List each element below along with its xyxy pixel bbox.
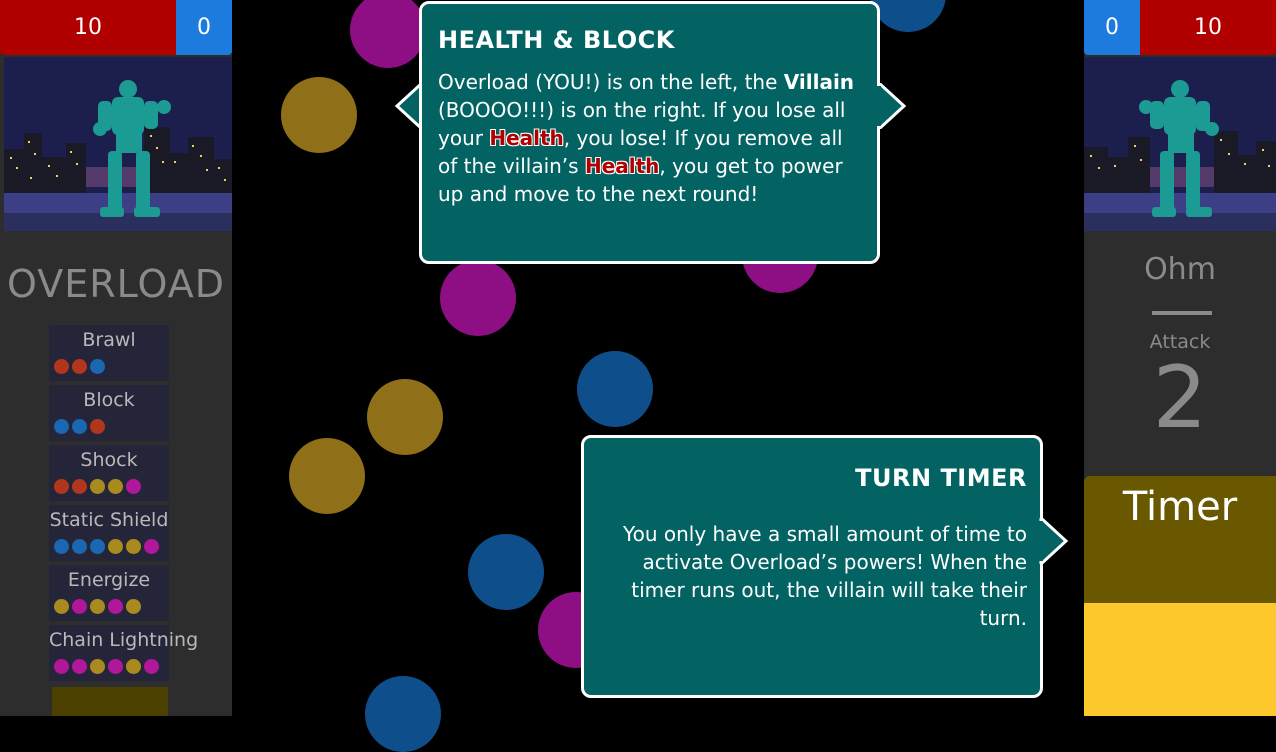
energy-cost-magenta	[108, 659, 123, 674]
ability-cost	[54, 599, 141, 614]
villain-attack-value: 2	[1152, 348, 1208, 448]
energy-cost-red	[54, 479, 69, 494]
ability-cost	[54, 479, 141, 494]
energy-cost-red	[72, 479, 87, 494]
ability-cost	[54, 659, 159, 674]
energy-cost-magenta	[144, 539, 159, 554]
energy-orb-magenta[interactable]	[440, 260, 516, 336]
player-block-value: 0	[197, 15, 211, 40]
ability-card[interactable]: Chain Lightning	[49, 625, 199, 681]
energy-cost-blue	[72, 539, 87, 554]
ability-slot-partial[interactable]	[52, 687, 168, 716]
energy-cost-gold	[126, 599, 141, 614]
tooltip-health-block-title: HEALTH & BLOCK	[438, 26, 675, 54]
energy-cost-magenta	[54, 659, 69, 674]
energy-cost-magenta	[126, 479, 141, 494]
ability-cost	[54, 539, 159, 554]
energy-cost-gold	[54, 599, 69, 614]
energy-cost-magenta	[144, 659, 159, 674]
player-block-bar: 0	[176, 0, 232, 55]
player-portrait	[4, 57, 232, 231]
turn-timer-fill	[1084, 603, 1276, 716]
energy-cost-gold	[126, 659, 141, 674]
villain-health-bar: 10	[1140, 0, 1276, 55]
ability-name: Shock	[80, 449, 138, 471]
ability-name: Energize	[67, 569, 151, 591]
ability-card[interactable]: Block	[49, 385, 169, 441]
ability-name: Brawl	[82, 329, 136, 351]
ability-card[interactable]: Brawl	[49, 325, 169, 381]
ability-card[interactable]: Static Shield	[49, 505, 169, 561]
energy-cost-gold	[90, 479, 105, 494]
ability-name: Static Shield	[49, 509, 169, 531]
tooltip-turn-timer-title: TURN TIMER	[855, 464, 1027, 492]
villain-portrait	[1084, 57, 1276, 231]
villain-health-value: 10	[1194, 15, 1222, 40]
ability-name: Chain Lightning	[49, 629, 199, 651]
tooltip-health-block-body: Overload (YOU!) is on the left, the Vill…	[438, 70, 855, 206]
energy-cost-gold	[126, 539, 141, 554]
energy-cost-blue	[72, 419, 87, 434]
energy-cost-red	[72, 359, 87, 374]
tooltip-turn-timer: TURN TIMER You only have a small amount …	[581, 435, 1043, 698]
energy-orb-blue[interactable]	[365, 676, 441, 752]
energy-orb-magenta[interactable]	[350, 0, 426, 68]
energy-orb-gold[interactable]	[367, 379, 443, 455]
energy-cost-blue	[90, 539, 105, 554]
villain-name: Ohm	[1144, 252, 1216, 287]
tooltip-pointer-right	[877, 83, 907, 129]
villain-panel: 0 10 Ohm Attack 2 Timer	[1084, 0, 1276, 716]
energy-cost-magenta	[108, 599, 123, 614]
ability-cost	[54, 419, 105, 434]
energy-cost-blue	[54, 539, 69, 554]
player-panel: 10 0 OVERLOAD Brawl Block Shock Static S…	[0, 0, 232, 716]
energy-orb-gold[interactable]	[289, 438, 365, 514]
ability-cost	[54, 359, 105, 374]
energy-cost-magenta	[72, 599, 87, 614]
energy-cost-gold	[90, 599, 105, 614]
villain-divider	[1152, 311, 1212, 315]
ability-card[interactable]: Energize	[49, 565, 169, 621]
energy-cost-red	[54, 359, 69, 374]
energy-cost-blue	[54, 419, 69, 434]
energy-cost-magenta	[72, 659, 87, 674]
villain-block-value: 0	[1105, 15, 1119, 40]
energy-orb-gold[interactable]	[281, 77, 357, 153]
energy-orb-blue[interactable]	[468, 534, 544, 610]
tooltip-pointer-right	[1039, 518, 1069, 564]
tooltip-health-block: HEALTH & BLOCK Overload (YOU!) is on the…	[419, 1, 880, 264]
villain-block-bar: 0	[1084, 0, 1140, 55]
ability-card[interactable]: Shock	[49, 445, 169, 501]
player-health-value: 10	[74, 15, 102, 40]
energy-orb-blue[interactable]	[577, 351, 653, 427]
player-name: OVERLOAD	[7, 262, 225, 306]
energy-cost-gold	[108, 479, 123, 494]
energy-cost-red	[90, 419, 105, 434]
energy-orb-blue[interactable]	[870, 0, 946, 32]
energy-cost-gold	[90, 659, 105, 674]
energy-cost-blue	[90, 359, 105, 374]
energy-cost-gold	[108, 539, 123, 554]
player-health-bar: 10	[0, 0, 176, 55]
turn-timer-label: Timer	[1122, 484, 1238, 530]
ability-name: Block	[83, 389, 135, 411]
tooltip-turn-timer-body: You only have a small amount of time to …	[623, 522, 1027, 630]
